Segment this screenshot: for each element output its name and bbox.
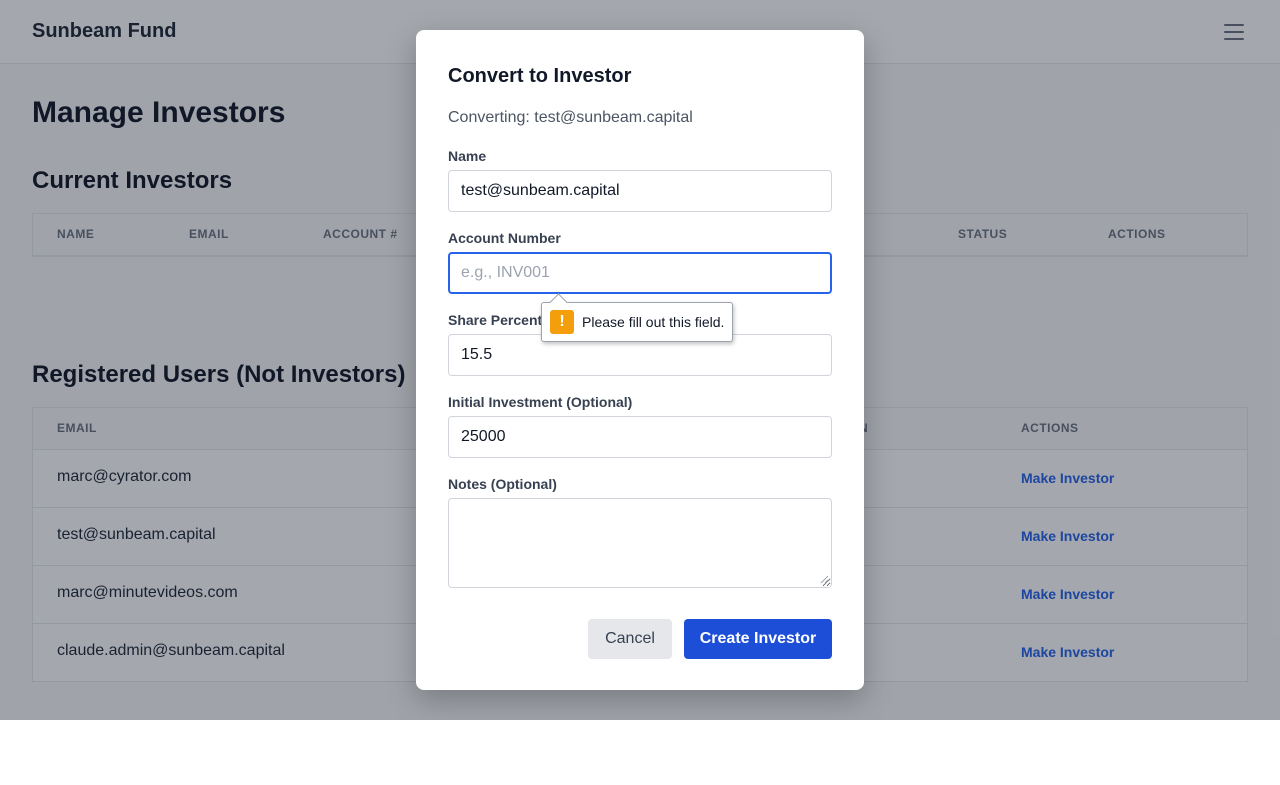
cancel-button[interactable]: Cancel [588,619,672,659]
name-input[interactable] [448,170,832,212]
modal-subtitle: Converting: test@sunbeam.capital [448,109,693,126]
notes-textarea[interactable] [448,498,832,588]
account-number-input[interactable] [448,252,832,294]
notes-label: Notes (Optional) [448,476,557,492]
account-number-label: Account Number [448,230,561,246]
validation-tooltip: ! Please fill out this field. [541,293,734,342]
name-label: Name [448,148,487,164]
warning-icon: ! [550,310,574,334]
app-background: Sunbeam Fund Manage Investors Current In… [0,0,1280,720]
modal-title: Convert to Investor [448,65,632,87]
convert-investor-modal: Convert to Investor Converting: test@sun… [416,30,864,690]
share-percentage-label: Share Percent [448,312,543,328]
initial-investment-label: Initial Investment (Optional) [448,394,633,410]
create-investor-button[interactable]: Create Investor [684,619,832,659]
initial-investment-input[interactable] [448,416,832,458]
validation-message: Please fill out this field. [582,314,725,330]
